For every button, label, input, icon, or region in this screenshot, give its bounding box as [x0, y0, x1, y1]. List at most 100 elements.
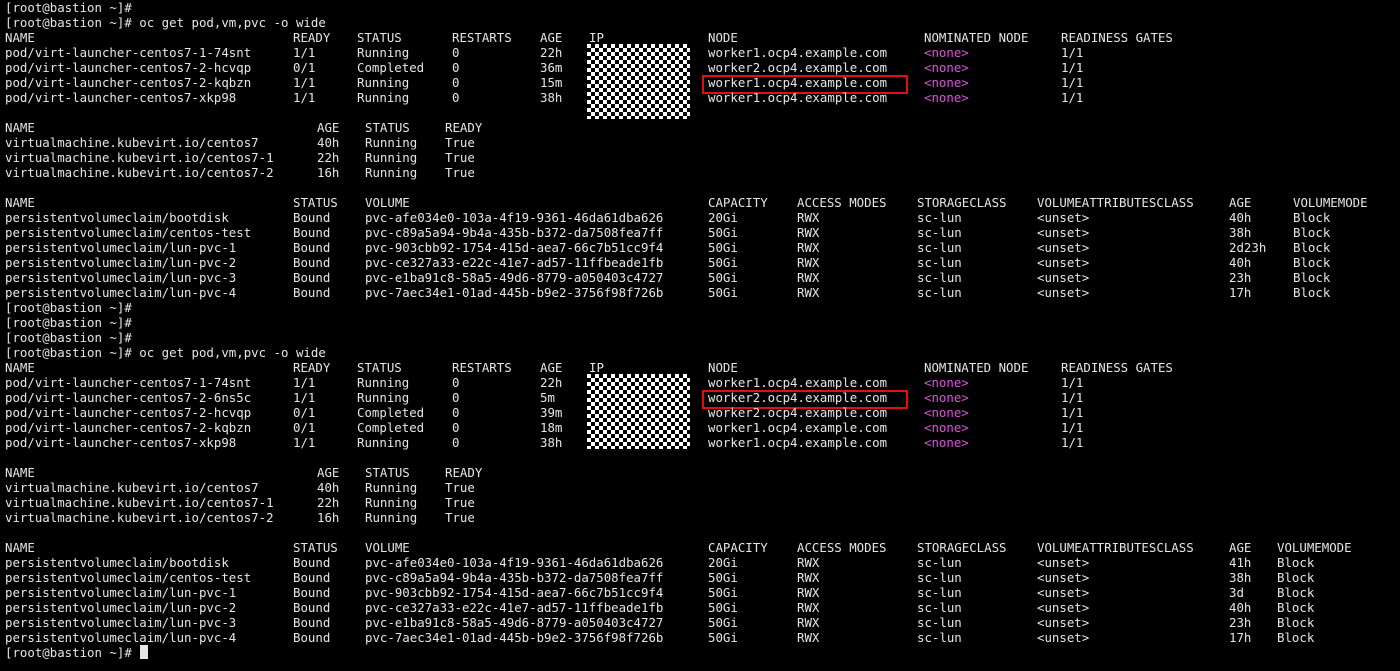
- table-cell: Running: [365, 150, 418, 165]
- column-header: NAME: [5, 360, 35, 375]
- table-cell: 0: [452, 420, 460, 435]
- table-cell: 1/1: [1061, 405, 1084, 420]
- table-cell: 50Gi: [708, 630, 738, 645]
- column-header: CAPACITY: [708, 540, 768, 555]
- table-cell: 1/1: [293, 45, 316, 60]
- table-cell: 0: [452, 60, 460, 75]
- table-cell: 16h: [317, 510, 340, 525]
- table-cell: persistentvolumeclaim/lun-pvc-3: [5, 270, 237, 285]
- table-cell: 0/1: [293, 420, 316, 435]
- table-cell: Bound: [293, 255, 331, 270]
- column-header: RESTARTS: [452, 360, 512, 375]
- column-header: READY: [445, 465, 483, 480]
- table-cell: Running: [365, 495, 418, 510]
- table-cell: 50Gi: [708, 225, 738, 240]
- table-cell: <unset>: [1037, 555, 1090, 570]
- table-cell: pvc-ce327a33-e22c-41e7-ad57-11ffbeade1fb: [365, 255, 664, 270]
- column-header: READINESS GATES: [1061, 360, 1173, 375]
- column-header: READINESS GATES: [1061, 30, 1173, 45]
- table-cell: 38h: [540, 90, 563, 105]
- table-cell: pvc-afe034e0-103a-4f19-9361-46da61dba626: [365, 210, 664, 225]
- column-header: VOLUME: [365, 195, 410, 210]
- column-header: NAME: [5, 30, 35, 45]
- table-cell: virtualmachine.kubevirt.io/centos7-2: [5, 510, 274, 525]
- table-cell: 1/1: [293, 75, 316, 90]
- table-cell: sc-lun: [917, 210, 962, 225]
- table-cell: 36m: [540, 60, 563, 75]
- text-cursor: [140, 645, 149, 659]
- table-cell: 40h: [317, 480, 340, 495]
- column-header: CAPACITY: [708, 195, 768, 210]
- column-header: ACCESS MODES: [797, 195, 887, 210]
- prompt-line: [root@bastion ~]#: [5, 315, 132, 330]
- table-cell: 3d: [1229, 585, 1244, 600]
- table-cell: sc-lun: [917, 585, 962, 600]
- table-cell: RWX: [797, 615, 820, 630]
- table-cell: <none>: [924, 75, 969, 90]
- command-text: oc get pod,vm,pvc -o wide: [131, 15, 326, 30]
- table-cell: Bound: [293, 630, 331, 645]
- column-header: NAME: [5, 540, 35, 555]
- table-cell: <unset>: [1037, 240, 1090, 255]
- table-cell: sc-lun: [917, 285, 962, 300]
- table-cell: Block: [1293, 240, 1331, 255]
- table-cell: Block: [1277, 615, 1315, 630]
- table-cell: Block: [1293, 225, 1331, 240]
- table-cell: <none>: [924, 375, 969, 390]
- table-cell: sc-lun: [917, 270, 962, 285]
- table-cell: 1/1: [293, 90, 316, 105]
- table-cell: 38h: [1229, 225, 1252, 240]
- table-cell: worker2.ocp4.example.com: [708, 390, 888, 405]
- table-cell: Running: [365, 165, 418, 180]
- table-cell: 0: [452, 390, 460, 405]
- table-cell: pvc-e1ba91c8-58a5-49d6-8779-a050403c4727: [365, 270, 664, 285]
- table-cell: worker1.ocp4.example.com: [708, 420, 888, 435]
- column-header: NODE: [708, 360, 738, 375]
- redacted-ip-block: [587, 44, 690, 119]
- table-cell: sc-lun: [917, 570, 962, 585]
- table-cell: pod/virt-launcher-centos7-2-hcvqp: [5, 60, 252, 75]
- table-cell: 41h: [1229, 555, 1252, 570]
- table-cell: persistentvolumeclaim/lun-pvc-1: [5, 240, 237, 255]
- table-cell: 38h: [540, 435, 563, 450]
- table-cell: persistentvolumeclaim/lun-pvc-3: [5, 615, 237, 630]
- table-cell: Completed: [357, 420, 425, 435]
- prompt-line: [root@bastion ~]#: [5, 330, 132, 345]
- table-cell: 50Gi: [708, 285, 738, 300]
- table-cell: Block: [1277, 600, 1315, 615]
- column-header: STATUS: [365, 465, 410, 480]
- table-cell: pod/virt-launcher-centos7-2-hcvqp: [5, 405, 252, 420]
- table-cell: pod/virt-launcher-centos7-1-74snt: [5, 45, 252, 60]
- terminal-window[interactable]: [root@bastion ~]# [root@bastion ~]# oc g…: [0, 0, 1400, 671]
- table-cell: <none>: [924, 435, 969, 450]
- table-cell: <none>: [924, 405, 969, 420]
- table-cell: 1/1: [293, 375, 316, 390]
- table-cell: Block: [1277, 555, 1315, 570]
- table-cell: Block: [1293, 270, 1331, 285]
- column-header: AGE: [317, 120, 340, 135]
- table-cell: 17h: [1229, 630, 1252, 645]
- table-cell: RWX: [797, 555, 820, 570]
- table-cell: 20Gi: [708, 210, 738, 225]
- table-cell: 40h: [1229, 255, 1252, 270]
- table-cell: persistentvolumeclaim/lun-pvc-1: [5, 585, 237, 600]
- table-cell: 1/1: [1061, 435, 1084, 450]
- table-cell: 17h: [1229, 285, 1252, 300]
- command-line: [root@bastion ~]# oc get pod,vm,pvc -o w…: [5, 345, 326, 360]
- table-cell: 0: [452, 75, 460, 90]
- command-text: oc get pod,vm,pvc -o wide: [131, 345, 326, 360]
- table-cell: 23h: [1229, 615, 1252, 630]
- table-cell: worker1.ocp4.example.com: [708, 45, 888, 60]
- table-cell: Bound: [293, 240, 331, 255]
- table-cell: persistentvolumeclaim/lun-pvc-4: [5, 285, 237, 300]
- table-cell: <none>: [924, 390, 969, 405]
- table-cell: Running: [365, 480, 418, 495]
- table-cell: Running: [365, 135, 418, 150]
- table-cell: 40h: [1229, 600, 1252, 615]
- table-cell: Block: [1277, 630, 1315, 645]
- table-cell: worker2.ocp4.example.com: [708, 405, 888, 420]
- table-cell: RWX: [797, 240, 820, 255]
- column-header: RESTARTS: [452, 30, 512, 45]
- table-cell: Block: [1293, 210, 1331, 225]
- prompt-line[interactable]: [root@bastion ~]#: [5, 645, 149, 660]
